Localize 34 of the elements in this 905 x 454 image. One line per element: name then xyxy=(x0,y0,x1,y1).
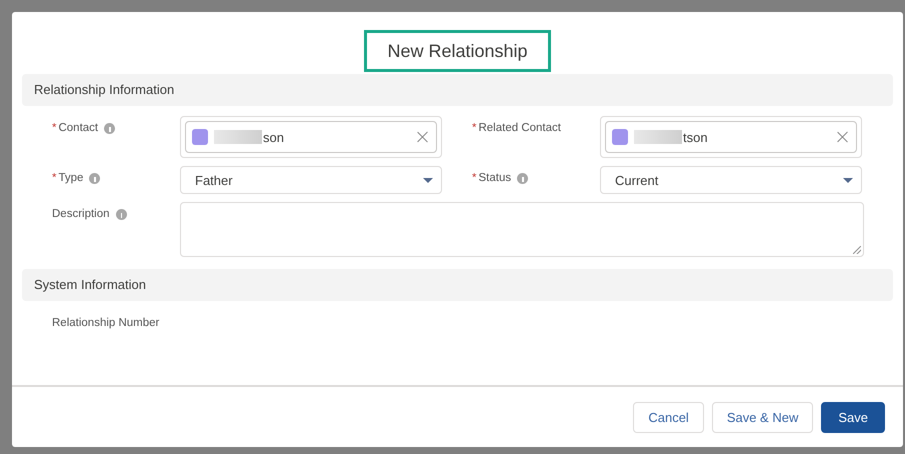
section-header: System Information xyxy=(22,269,893,301)
info-icon[interactable] xyxy=(104,122,116,134)
lookup-value: son xyxy=(263,130,285,144)
required-asterisk: * xyxy=(52,172,56,184)
contact-card-icon xyxy=(192,129,208,145)
field-label: Relationship Number xyxy=(52,317,160,329)
caret-icon xyxy=(423,178,433,182)
field-label: Status xyxy=(478,172,512,184)
save-button[interactable]: Save xyxy=(821,402,885,432)
info-icon[interactable] xyxy=(116,208,127,220)
select-field[interactable]: Current xyxy=(600,166,862,194)
dialog-title: New Relationship xyxy=(364,30,551,72)
description-field[interactable] xyxy=(180,202,864,257)
caret-icon xyxy=(843,178,853,182)
lookup-field[interactable]: tson xyxy=(605,121,857,153)
resize-handle-icon[interactable] xyxy=(853,246,861,254)
required-asterisk: * xyxy=(472,122,476,134)
select-field[interactable]: Father xyxy=(180,166,442,194)
field-label: Type xyxy=(58,172,84,184)
section-header: Relationship Information xyxy=(22,74,893,106)
cancel-button[interactable]: Cancel xyxy=(633,402,704,432)
clear-icon[interactable] xyxy=(418,132,428,142)
info-icon[interactable] xyxy=(517,172,528,184)
lookup-field[interactable]: son xyxy=(185,121,437,153)
field-label: Description xyxy=(52,208,110,220)
required-asterisk: * xyxy=(472,172,476,184)
required-asterisk: * xyxy=(52,122,56,134)
clear-icon[interactable] xyxy=(838,132,848,142)
field-label: Contact xyxy=(58,122,98,134)
contact-card-icon xyxy=(612,129,628,145)
secondary-button[interactable]: Save & New xyxy=(712,402,814,432)
info-icon[interactable] xyxy=(89,172,100,184)
field-label: Related Contact xyxy=(478,122,561,134)
lookup-value: tson xyxy=(683,130,709,144)
